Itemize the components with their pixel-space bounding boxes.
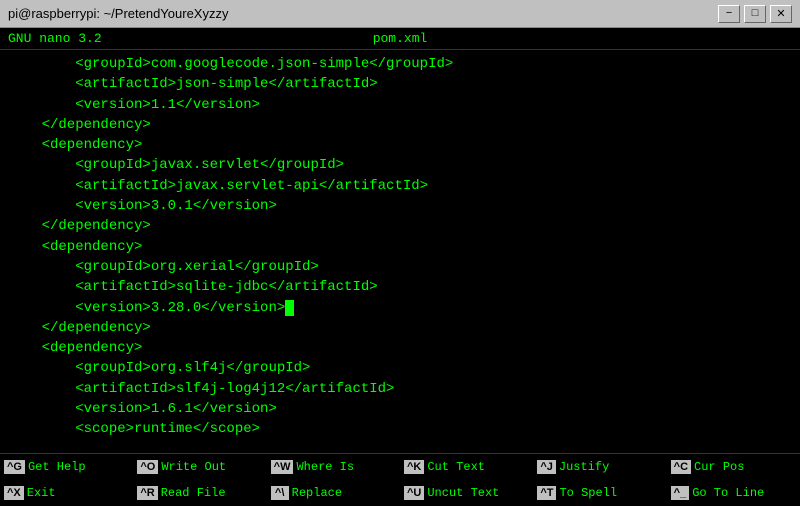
minimize-button[interactable]: − (718, 5, 740, 23)
titlebar-title: pi@raspberrypi: ~/PretendYoureXyzzy (8, 6, 718, 21)
bottom-bar-item[interactable]: ^GGet Help (0, 454, 133, 480)
shortcut-label: Uncut Text (427, 486, 499, 500)
bottom-bar-item[interactable]: ^_Go To Line (667, 480, 800, 506)
shortcut-key: ^G (4, 460, 25, 474)
shortcut-label: Write Out (161, 460, 226, 474)
maximize-button[interactable]: □ (744, 5, 766, 23)
shortcut-key: ^X (4, 486, 24, 500)
shortcut-key: ^J (537, 460, 556, 474)
bottom-bar-item[interactable]: ^XExit (0, 480, 133, 506)
shortcut-key: ^U (404, 486, 424, 500)
bottom-bar-item[interactable]: ^OWrite Out (133, 454, 266, 480)
nano-header: GNU nano 3.2 pom.xml (0, 28, 800, 50)
shortcut-label: Justify (559, 460, 609, 474)
shortcut-label: Where Is (296, 460, 354, 474)
shortcut-key: ^T (537, 486, 556, 500)
text-cursor (285, 300, 294, 316)
titlebar: pi@raspberrypi: ~/PretendYoureXyzzy − □ … (0, 0, 800, 28)
shortcut-key: ^W (271, 460, 294, 474)
shortcut-label: To Spell (559, 486, 617, 500)
shortcut-label: Exit (27, 486, 56, 500)
shortcut-label: Cut Text (427, 460, 485, 474)
shortcut-label: Go To Line (692, 486, 764, 500)
shortcut-key: ^_ (671, 486, 690, 500)
bottom-bar-item[interactable]: ^\Replace (267, 480, 400, 506)
bottom-bar-item[interactable]: ^TTo Spell (533, 480, 666, 506)
shortcut-key: ^R (137, 486, 157, 500)
shortcut-label: Get Help (28, 460, 86, 474)
shortcut-key: ^C (671, 460, 691, 474)
shortcut-label: Cur Pos (694, 460, 744, 474)
titlebar-controls: − □ ✕ (718, 5, 792, 23)
shortcut-label: Read File (161, 486, 226, 500)
close-button[interactable]: ✕ (770, 5, 792, 23)
bottom-bar-item[interactable]: ^WWhere Is (267, 454, 400, 480)
shortcut-key: ^\ (271, 486, 289, 500)
nano-header-app: GNU nano 3.2 (8, 31, 102, 46)
shortcut-label: Replace (292, 486, 342, 500)
bottom-bar-item[interactable]: ^JJustify (533, 454, 666, 480)
bottom-bar: ^GGet Help^OWrite Out^WWhere Is^KCut Tex… (0, 453, 800, 505)
bottom-bar-item[interactable]: ^UUncut Text (400, 480, 533, 506)
nano-header-filename: pom.xml (373, 31, 428, 46)
editor-area[interactable]: <groupId>com.googlecode.json-simple</gro… (0, 50, 800, 453)
bottom-bar-item[interactable]: ^R Read File (133, 480, 266, 506)
bottom-bar-item[interactable]: ^CCur Pos (667, 454, 800, 480)
shortcut-key: ^K (404, 460, 424, 474)
bottom-bar-item[interactable]: ^KCut Text (400, 454, 533, 480)
shortcut-key: ^O (137, 460, 158, 474)
